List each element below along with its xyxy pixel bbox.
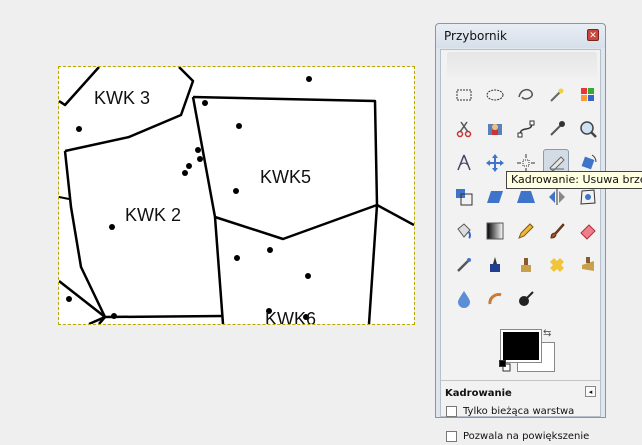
tool-button-dodge-burn[interactable] [512,285,538,311]
measure-icon [457,154,471,171]
options-separator [441,380,600,381]
tool-button-paths[interactable] [512,115,538,141]
tool-button-blur[interactable] [450,285,476,311]
tool-options-menu-button[interactable]: ◂ [585,386,596,397]
bucket-fill-icon [457,223,471,239]
cage-icon [580,189,596,205]
select-by-color-icon [581,88,594,101]
paths-icon [517,120,535,138]
image-canvas[interactable]: KWK 3 KWK 2 KWK5 KWK6 [0,0,434,412]
align-icon [517,154,535,172]
tool-button-blend[interactable] [481,217,507,243]
zoom-icon [580,121,597,138]
tool-button-zoom[interactable] [574,115,600,141]
tool-button-ink[interactable] [481,251,507,277]
smudge-icon [488,293,502,305]
ink-icon [490,257,500,272]
allow-growing-label: Pozwala na powiększenie [463,431,590,442]
color-area: ⇆ [499,328,559,374]
tool-button-shear[interactable] [481,183,507,209]
scale-icon [456,189,473,206]
dodge-burn-icon [519,291,534,306]
tool-button-fuzzy-select[interactable] [543,81,569,107]
clone-icon [521,258,531,272]
heal-icon [550,258,564,272]
tool-button-clone[interactable] [512,251,538,277]
ellipse-select-icon [486,89,504,101]
toolbox-title: Przybornik [444,29,507,43]
tool-button-bucket-fill[interactable] [450,217,476,243]
tool-button-color-picker[interactable] [543,115,569,141]
swap-colors-icon[interactable]: ⇆ [543,328,551,339]
default-colors-icon[interactable] [499,360,511,372]
map-label-kwk2: KWK 2 [125,205,182,225]
shear-icon [487,191,503,203]
toolbox-panel: ⇆ Kadrowanie ◂ Tylko bieżąca warstwa Poz… [440,49,601,442]
eraser-icon [580,224,596,240]
free-select-icon [518,88,533,100]
tool-button-pencil[interactable] [512,217,538,243]
pencil-icon [518,223,534,239]
image-layer[interactable]: KWK 3 KWK 2 KWK5 KWK6 [58,66,415,325]
map-label-kwk5: KWK5 [260,167,312,187]
crop-icon [549,156,565,172]
tool-button-move[interactable] [481,149,507,175]
tool-button-rect-select[interactable] [450,81,476,107]
map-label-kwk3: KWK 3 [94,88,151,108]
tool-button-eraser[interactable] [574,217,600,243]
toolbox-window: Przybornik ✕ ⇆ Kadrowanie ◂ Tylko bieżąc… [435,23,606,442]
perspective-icon [517,191,535,203]
perspective-clone-icon [582,257,594,271]
tool-button-measure[interactable] [450,149,476,175]
map-label-kwk6: KWK6 [265,309,317,324]
tool-button-paintbrush[interactable] [543,217,569,243]
tool-button-select-by-color[interactable] [574,81,600,107]
foreground-select-icon [488,124,502,135]
foreground-color-swatch[interactable] [500,329,542,363]
tool-button-scale[interactable] [450,183,476,209]
blend-icon [486,222,504,240]
tool-button-heal[interactable] [543,251,569,277]
wilber-drop-area [447,52,597,78]
allow-growing-checkbox[interactable] [446,431,457,442]
tool-button-ellipse-select[interactable] [481,81,507,107]
desktop-background [607,0,642,412]
tool-button-smudge[interactable] [481,285,507,311]
close-button[interactable]: ✕ [587,29,599,41]
tool-options-title: Kadrowanie [445,388,512,399]
rotate-icon [581,154,597,170]
tool-tooltip: Kadrowanie: Usuwa brzegi [506,171,642,189]
toolbox-titlebar[interactable]: Przybornik ✕ [436,24,605,48]
move-icon [486,154,504,172]
blur-icon [458,291,470,308]
fuzzy-select-icon [550,88,564,102]
tool-button-free-select[interactable] [512,81,538,107]
flip-icon [549,189,565,205]
scissors-icon [456,121,472,138]
rect-select-icon [456,89,472,101]
tool-button-perspective-clone[interactable] [574,251,600,277]
tool-button-scissors[interactable] [450,115,476,141]
tool-button-airbrush[interactable] [450,251,476,277]
paintbrush-icon [550,223,565,239]
tool-button-foreground-select[interactable] [481,115,507,141]
airbrush-icon [457,258,471,272]
color-picker-icon [550,121,565,136]
